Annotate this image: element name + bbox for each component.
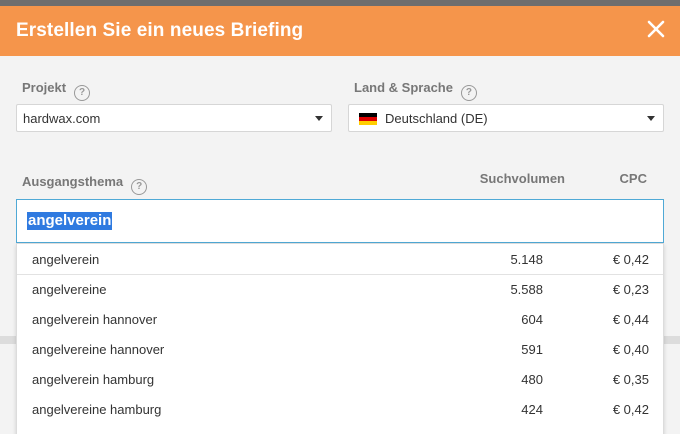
suggestion-row[interactable]: angelverein hamburg 480 € 0,35 (17, 364, 663, 394)
suggestion-keyword: angelvereine hamburg (32, 402, 162, 417)
column-header-volume: Suchvolumen (479, 171, 565, 186)
suggestion-cpc: € 0,40 (612, 342, 649, 357)
project-label: Projekt? (22, 80, 91, 101)
suggestion-volume: 5.148 (510, 252, 543, 267)
suggestion-volume: 5.588 (510, 282, 543, 297)
chevron-down-icon (315, 116, 323, 121)
suggestion-cpc: € 0,42 (612, 402, 649, 417)
suggestion-row[interactable]: angelverein hannover 604 € 0,44 (17, 304, 663, 334)
topic-label: Ausgangsthema? (22, 174, 148, 195)
project-label-text: Projekt (22, 80, 67, 95)
topic-input-value: angelverein (27, 212, 113, 230)
chevron-down-icon (647, 116, 655, 121)
germany-flag-icon (359, 113, 377, 125)
suggestion-keyword: angelvereine hannover (32, 342, 165, 357)
project-select-value: hardwax.com (23, 111, 101, 126)
suggestion-volume: 480 (521, 372, 543, 387)
suggestion-keyword: angelverein hannover (32, 312, 158, 327)
project-select[interactable]: hardwax.com (16, 104, 332, 132)
suggestion-cpc: € 0,42 (612, 252, 649, 267)
dialog-header: Erstellen Sie ein neues Briefing (0, 6, 680, 56)
topic-input[interactable]: angelverein (16, 199, 664, 243)
topic-label-text: Ausgangsthema (22, 174, 124, 189)
suggestion-row[interactable]: angelverein 5.148 € 0,42 (17, 244, 663, 275)
help-icon[interactable]: ? (460, 85, 477, 101)
country-select-value: Deutschland (DE) (385, 111, 488, 126)
country-label: Land & Sprache? (354, 80, 477, 101)
create-briefing-dialog: Erstellen Sie ein neues Briefing Projekt… (0, 6, 680, 434)
suggestion-row[interactable]: angelvereine hamburg 424 € 0,42 (17, 394, 663, 424)
suggestion-dropdown: angelverein 5.148 € 0,42 angelvereine 5.… (16, 243, 664, 434)
suggestion-cpc: € 0,44 (612, 312, 649, 327)
suggestion-keyword: angelverein (32, 252, 100, 267)
suggestion-volume: 604 (521, 312, 543, 327)
suggestion-keyword: angelvereine (32, 282, 107, 297)
suggestion-row[interactable]: angelvereine 5.588 € 0,23 (17, 274, 663, 304)
column-header-cpc: CPC (619, 171, 647, 186)
suggestion-row[interactable]: angelvereine hannover 591 € 0,40 (17, 334, 663, 364)
suggestion-volume: 424 (521, 402, 543, 417)
suggestion-cpc: € 0,23 (612, 282, 649, 297)
help-icon[interactable]: ? (131, 179, 148, 195)
suggestion-keyword: angelverein hamburg (32, 372, 155, 387)
country-label-text: Land & Sprache (354, 80, 453, 95)
dialog-title: Erstellen Sie ein neues Briefing (16, 20, 304, 41)
suggestion-cpc: € 0,35 (612, 372, 649, 387)
country-select[interactable]: Deutschland (DE) (348, 104, 664, 132)
help-icon[interactable]: ? (74, 85, 91, 101)
suggestion-volume: 591 (521, 342, 543, 357)
close-icon[interactable] (646, 19, 666, 39)
